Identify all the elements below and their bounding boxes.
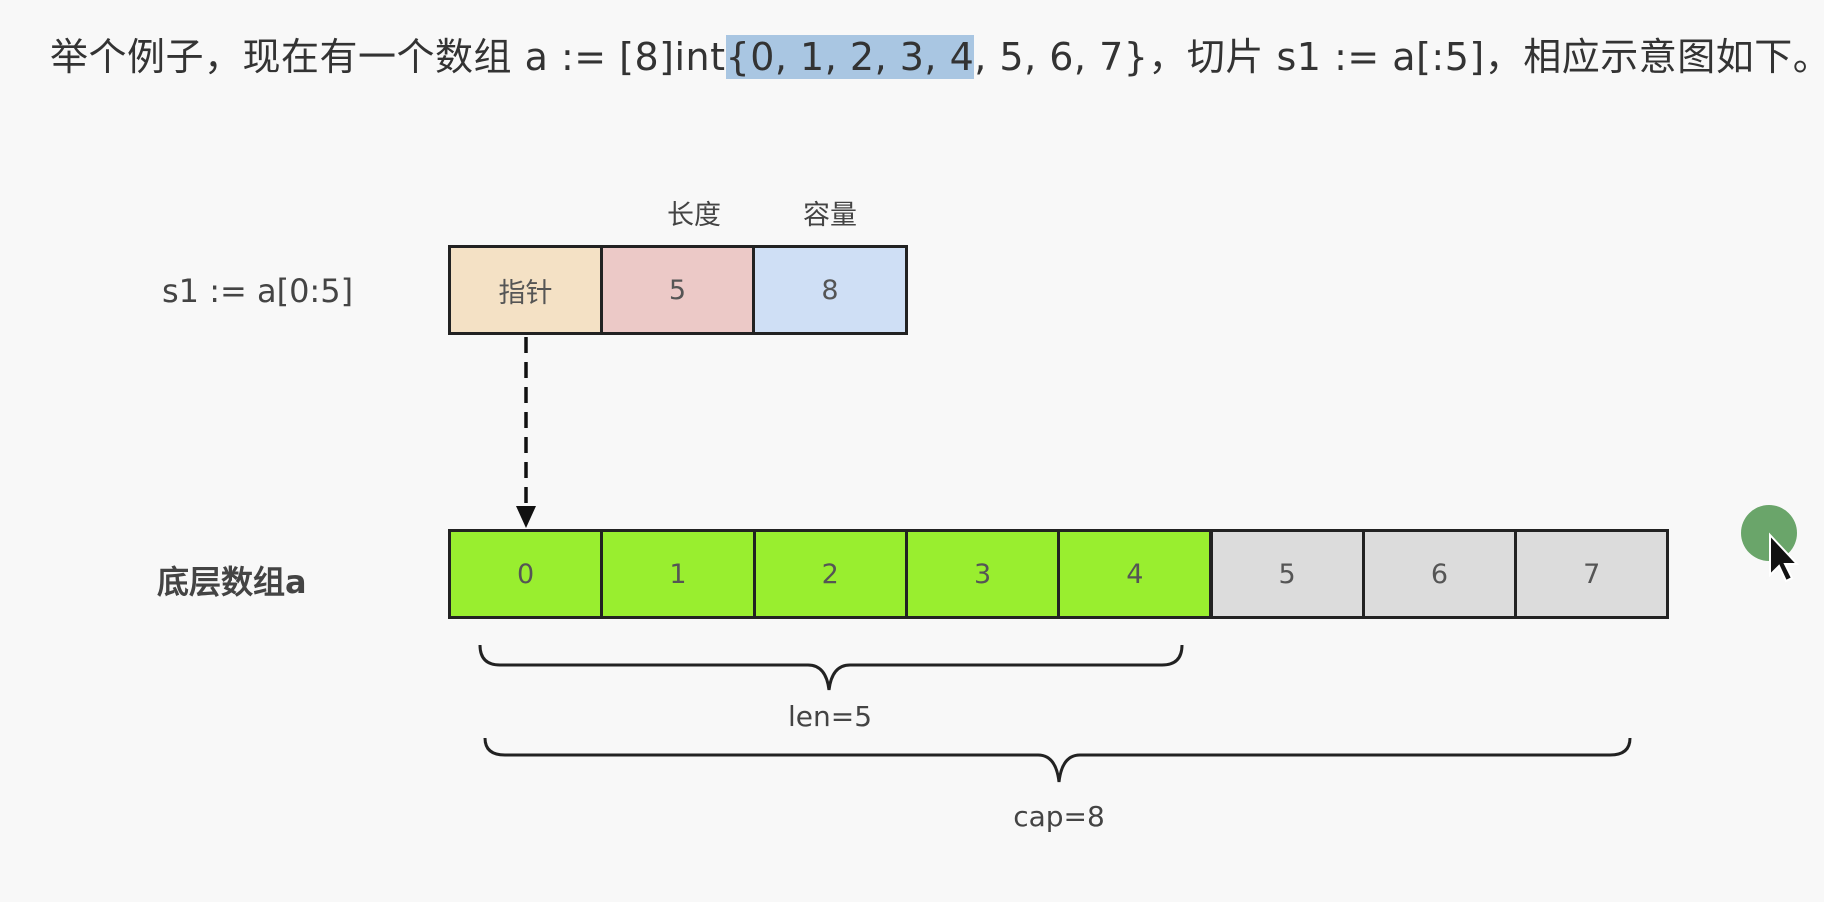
len-brace [478, 644, 1184, 691]
connectors [478, 337, 1800, 783]
cap-label: cap=8 [1013, 800, 1105, 833]
len-label: len=5 [787, 700, 873, 733]
cap-brace [483, 737, 1632, 783]
pointer-arrow-head [516, 506, 536, 528]
